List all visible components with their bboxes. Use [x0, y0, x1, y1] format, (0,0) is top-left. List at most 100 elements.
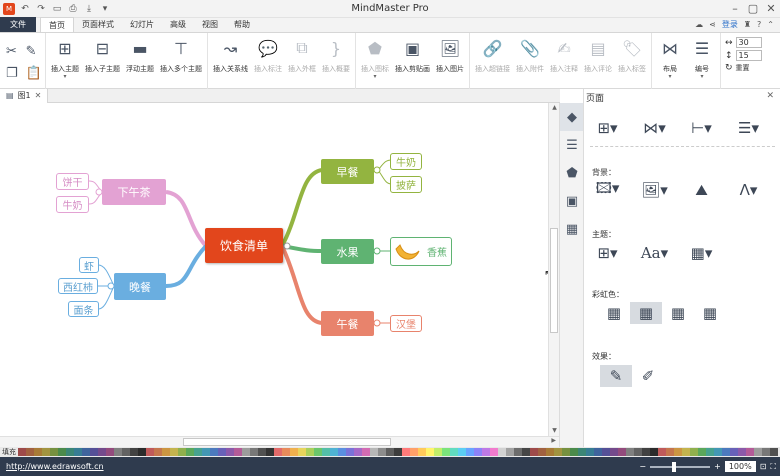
- color-swatch[interactable]: [370, 448, 378, 456]
- subtopic-biscuit[interactable]: 饼干: [56, 173, 89, 190]
- color-swatch[interactable]: [690, 448, 698, 456]
- color-swatch[interactable]: [618, 448, 626, 456]
- color-swatch[interactable]: [610, 448, 618, 456]
- color-swatch[interactable]: [186, 448, 194, 456]
- color-swatch[interactable]: [426, 448, 434, 456]
- color-swatch[interactable]: [242, 448, 250, 456]
- color-swatch[interactable]: [746, 448, 754, 456]
- vertical-scroll-thumb[interactable]: [550, 228, 558, 333]
- tab-home[interactable]: 首页: [40, 17, 74, 32]
- tab-page-style[interactable]: 页面样式: [74, 17, 122, 32]
- layout-button[interactable]: ⋈ 布局 ▾: [654, 36, 686, 89]
- color-swatch[interactable]: [234, 448, 242, 456]
- undo-icon[interactable]: ↶: [19, 3, 31, 15]
- background-image-icon[interactable]: 🖼▾: [631, 179, 678, 201]
- rainbow-option-3-icon[interactable]: ▦: [662, 302, 694, 324]
- color-swatch[interactable]: [682, 448, 690, 456]
- save-icon[interactable]: ▭: [51, 3, 63, 15]
- tab-slides[interactable]: 幻灯片: [122, 17, 162, 32]
- share-icon[interactable]: ⋖: [709, 20, 716, 29]
- color-swatch[interactable]: [298, 448, 306, 456]
- color-swatch[interactable]: [386, 448, 394, 456]
- rainbow-option-4-icon[interactable]: ▦: [694, 302, 726, 324]
- insert-topic-button[interactable]: ⊞ 插入主题 ▾: [48, 36, 82, 89]
- subtopic-milk[interactable]: 牛奶: [390, 153, 422, 170]
- no-effect-icon[interactable]: ✐: [632, 365, 664, 387]
- subtopic-noodles[interactable]: 面条: [68, 301, 99, 317]
- color-swatch[interactable]: [490, 448, 498, 456]
- color-swatch[interactable]: [154, 448, 162, 456]
- icon-library-icon[interactable]: ⬟: [560, 159, 584, 187]
- color-swatch[interactable]: [698, 448, 706, 456]
- color-swatch[interactable]: [634, 448, 642, 456]
- color-swatch[interactable]: [114, 448, 122, 456]
- color-swatch[interactable]: [522, 448, 530, 456]
- color-swatch[interactable]: [162, 448, 170, 456]
- color-swatch[interactable]: [602, 448, 610, 456]
- color-swatch[interactable]: [306, 448, 314, 456]
- reset-button[interactable]: ↻ 重置: [725, 63, 762, 73]
- color-swatch[interactable]: [578, 448, 586, 456]
- clipart-panel-icon[interactable]: ▣: [560, 187, 584, 215]
- color-swatch[interactable]: [770, 448, 778, 456]
- color-swatch[interactable]: [346, 448, 354, 456]
- color-swatch[interactable]: [498, 448, 506, 456]
- horizontal-spacing-input[interactable]: 30: [735, 37, 762, 48]
- central-topic[interactable]: 饮食清单: [205, 228, 283, 263]
- hand-drawn-effect-icon[interactable]: ✎: [600, 365, 632, 387]
- tree-layout-icon[interactable]: ⊢▾: [678, 115, 725, 141]
- tab-help[interactable]: 帮助: [226, 17, 258, 32]
- document-tab[interactable]: ▤ 图1 ✕: [0, 88, 49, 103]
- paste-icon[interactable]: 📋: [26, 66, 42, 81]
- color-swatch[interactable]: [42, 448, 50, 456]
- list-layout-icon[interactable]: ☰▾: [725, 115, 772, 141]
- color-swatch[interactable]: [194, 448, 202, 456]
- zoom-level[interactable]: 100%: [724, 461, 756, 472]
- color-swatch[interactable]: [18, 448, 26, 456]
- color-swatch[interactable]: [394, 448, 402, 456]
- color-swatch[interactable]: [418, 448, 426, 456]
- subtopic-pizza[interactable]: 披萨: [390, 176, 422, 193]
- color-swatch[interactable]: [50, 448, 58, 456]
- collapse-ribbon-icon[interactable]: ⌃: [767, 20, 774, 29]
- insert-icon-button[interactable]: ⬟ 插入图标 ▾: [358, 36, 392, 89]
- layout-branch-icon[interactable]: ⋈▾: [631, 115, 678, 141]
- cut-icon[interactable]: ✂: [6, 44, 18, 59]
- theme-font-icon[interactable]: Aa▾: [631, 241, 678, 265]
- boundary-button[interactable]: ⧉ 插入外框: [285, 36, 319, 89]
- page-format-icon[interactable]: ◆: [560, 103, 584, 131]
- tab-view[interactable]: 视图: [194, 17, 226, 32]
- color-swatch[interactable]: [210, 448, 218, 456]
- topic-lunch[interactable]: 午餐: [321, 311, 374, 336]
- color-swatch[interactable]: [362, 448, 370, 456]
- subtopic-burger[interactable]: 汉堡: [390, 315, 422, 332]
- login-link[interactable]: 登录: [722, 19, 738, 30]
- note-button[interactable]: ✍ 插入注释: [547, 36, 581, 89]
- color-swatch[interactable]: [538, 448, 546, 456]
- color-swatch[interactable]: [138, 448, 146, 456]
- color-swatch[interactable]: [730, 448, 738, 456]
- color-swatch[interactable]: [34, 448, 42, 456]
- color-swatch[interactable]: [282, 448, 290, 456]
- color-swatch[interactable]: [514, 448, 522, 456]
- color-swatch[interactable]: [218, 448, 226, 456]
- color-swatch[interactable]: [338, 448, 346, 456]
- color-swatch[interactable]: [570, 448, 578, 456]
- clipart-button[interactable]: ▣ 插入剪贴画: [392, 36, 433, 89]
- picture-button[interactable]: 🖼 插入图片: [433, 36, 467, 89]
- color-swatch[interactable]: [506, 448, 514, 456]
- tab-advanced[interactable]: 高级: [162, 17, 194, 32]
- color-swatch[interactable]: [330, 448, 338, 456]
- close-button[interactable]: ✕: [762, 0, 780, 18]
- color-swatch[interactable]: [354, 448, 362, 456]
- shirt-icon[interactable]: ♜: [744, 20, 751, 29]
- color-swatch[interactable]: [74, 448, 82, 456]
- color-swatch[interactable]: [82, 448, 90, 456]
- color-swatch[interactable]: [98, 448, 106, 456]
- color-swatch[interactable]: [594, 448, 602, 456]
- floating-topic-button[interactable]: ▬ 浮动主题: [123, 36, 157, 89]
- color-swatch[interactable]: [314, 448, 322, 456]
- color-swatch[interactable]: [474, 448, 482, 456]
- export-icon[interactable]: ⤓: [83, 3, 95, 15]
- color-swatch[interactable]: [122, 448, 130, 456]
